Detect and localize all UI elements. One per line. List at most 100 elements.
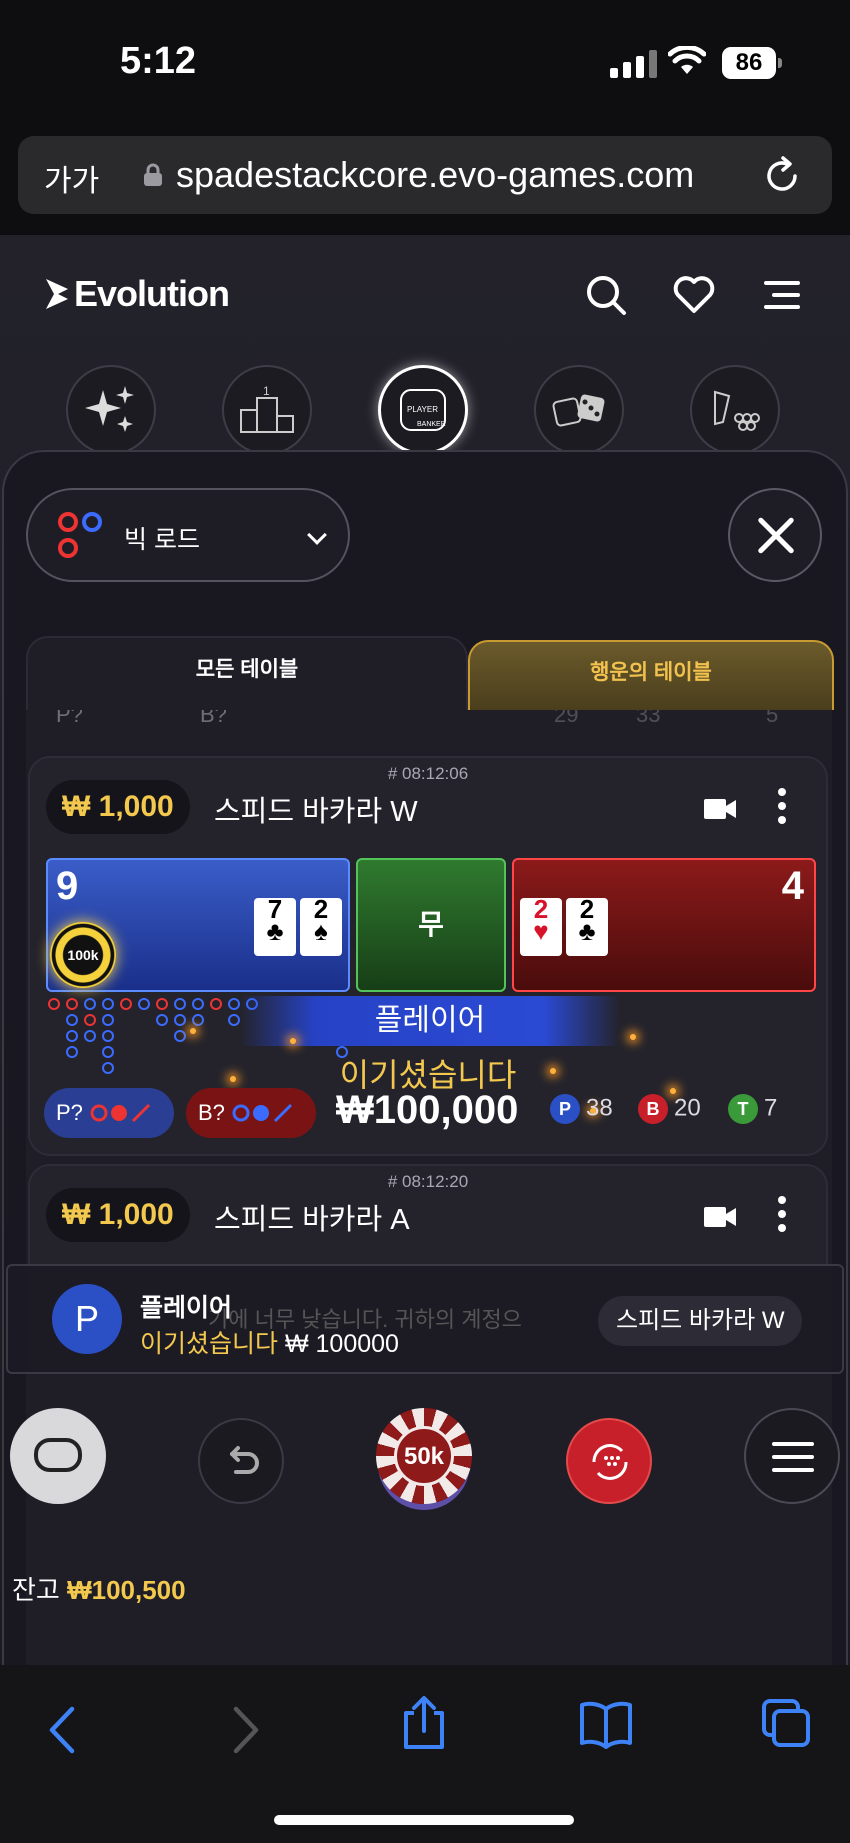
player-prediction-button[interactable]: P? [44,1088,174,1138]
back-icon[interactable] [46,1705,80,1755]
player-card: 2 ♠ [300,896,342,956]
baccarat-table-icon: PLAYER BANKER [400,389,446,431]
banker-card: 2 ♥ [520,896,562,956]
status-bar: 5:12 86 [0,0,850,120]
player-win-count: P 38 [550,1094,613,1124]
forward-icon[interactable] [228,1705,262,1755]
banker-score: 4 [781,864,804,908]
battery-icon: 86 [722,47,782,79]
reader-options-button[interactable]: 가가 [44,156,99,200]
tab-all-tables[interactable]: 모든 테이블 [26,636,468,710]
banker-card: 2 ♣ [566,896,608,956]
clock: 5:12 [120,40,197,82]
close-button[interactable] [728,488,822,582]
undo-button[interactable] [198,1418,284,1504]
tie-box[interactable]: 무 [356,858,506,992]
balance: 잔고 ₩100,500 [12,1570,186,1607]
menu-icon[interactable] [760,273,804,317]
hamburger-icon [772,1442,814,1472]
tabs-icon[interactable] [760,1697,812,1749]
road-type-label: 빅 로드 [124,526,200,554]
prediction-road-icon [232,1103,293,1123]
home-indicator [274,1815,574,1825]
category-top-games[interactable]: 1 [222,365,312,455]
big-road-icon [58,512,102,558]
banker-prediction-button[interactable]: B? [186,1088,316,1138]
reload-icon[interactable] [763,154,803,196]
favorites-heart-icon[interactable] [672,273,716,317]
lock-icon [144,163,162,186]
video-camera-icon[interactable] [704,1206,736,1228]
player-prediction-label: P? [56,1100,83,1125]
address-bar[interactable]: 가가 spadestackcore.evo-games.com [18,136,832,214]
min-bet-badge: ₩ 1,000 [46,780,190,834]
evolution-logo[interactable]: Evolution [44,273,230,315]
table-card-speed-baccarat-w[interactable]: # 08:12:06 ₩ 1,000 스피드 바카라 W 9 7 ♣ 2 ♠ 100… [28,756,828,1156]
chip-selector[interactable]: 50k [376,1408,472,1504]
url-text: spadestackcore.evo-games.com [176,154,695,195]
chevron-down-icon [307,525,327,545]
table-icon [34,1438,82,1472]
table-list: P? B? 29 33 5 # 08:12:06 ₩ 1,000 스피드 바카라… [26,710,832,1667]
category-dice[interactable] [534,365,624,455]
category-other[interactable] [690,365,780,455]
player-score: 9 [56,864,79,908]
prediction-road-icon [90,1103,151,1123]
banker-prediction-label: B? [198,1100,225,1125]
share-icon[interactable] [400,1695,448,1751]
player-hand[interactable]: 9 7 ♣ 2 ♠ 100k [46,858,350,992]
browser-toolbar: 가가 spadestackcore.evo-games.com [0,120,850,235]
min-bet-badge: ₩ 1,000 [46,1188,190,1242]
ghost-banker-count: 33 [636,710,661,727]
previous-table-row: P? B? 29 33 5 [26,710,832,744]
table-tabs: 모든 테이블 행운의 테이블 [26,636,834,710]
balance-amount: ₩100,500 [67,1575,186,1605]
brand-name: Evolution [74,273,230,314]
tie-count: T7 [728,1094,777,1124]
notification-win-label: 이기셨습니다 [140,1330,279,1358]
bookmarks-icon[interactable] [578,1699,634,1749]
category-featured[interactable] [66,365,156,455]
notification-amount: ₩ 100000 [284,1330,399,1358]
evolution-mark-icon [46,279,68,309]
notification-win: 이기셨습니다 ₩ 100000 [140,1324,399,1360]
svg-text:PLAYER: PLAYER [407,405,438,414]
svg-text:BANKER: BANKER [417,421,446,428]
banker-hand[interactable]: 4 2 ♥ 2 ♣ [512,858,816,992]
player-avatar: P [52,1284,122,1354]
player-stat-badge: P [550,1094,580,1124]
menu-button[interactable] [744,1408,840,1504]
notification-title: 플레이어 [140,1294,233,1322]
repeat-icon [592,1444,628,1480]
ghost-player-label: P? [56,710,83,727]
win-amount: ₩100,000 [336,1088,519,1132]
category-baccarat[interactable]: PLAYER BANKER [378,365,468,455]
table-name: 스피드 바카라 A [214,1204,410,1236]
screen: 5:12 86 가가 spadestackcore.evo-games.com … [0,0,850,1843]
balance-label: 잔고 [12,1575,60,1605]
search-icon[interactable] [584,273,628,317]
bet-chip: 100k [50,922,116,988]
table-card-speed-baccarat-a[interactable]: # 08:12:20 ₩ 1,000 스피드 바카라 A [28,1164,828,1274]
repeat-bet-button[interactable] [566,1418,652,1504]
banker-win-count: B 20 [638,1094,701,1124]
tie-stat-badge: T [728,1094,758,1124]
more-options-icon[interactable] [778,788,788,830]
more-options-icon[interactable] [778,1196,788,1238]
podium-icon: 1 [240,384,294,433]
ghost-banker-label: B? [200,710,227,727]
lobby-button[interactable] [10,1408,106,1504]
win-notification[interactable]: 기에 너무 낮습니다. 귀하의 계정으 P 플레이어 이기셨습니다 ₩ 1000… [6,1264,844,1374]
result-banner: 플레이어 [240,996,620,1046]
tab-lucky-tables[interactable]: 행운의 테이블 [468,640,834,710]
banker-stat-badge: B [638,1094,668,1124]
signal-icon [610,48,657,78]
ghost-player-count: 29 [554,710,579,727]
ghost-tie-count: 5 [766,710,779,727]
notification-table-button[interactable]: 스피드 바카라 W [598,1296,803,1346]
player-card: 7 ♣ [254,896,296,956]
video-camera-icon[interactable] [704,798,736,820]
table-name: 스피드 바카라 W [214,796,418,828]
road-type-dropdown[interactable]: 빅 로드 [26,488,350,582]
selected-chip-value: 50k [394,1426,454,1486]
